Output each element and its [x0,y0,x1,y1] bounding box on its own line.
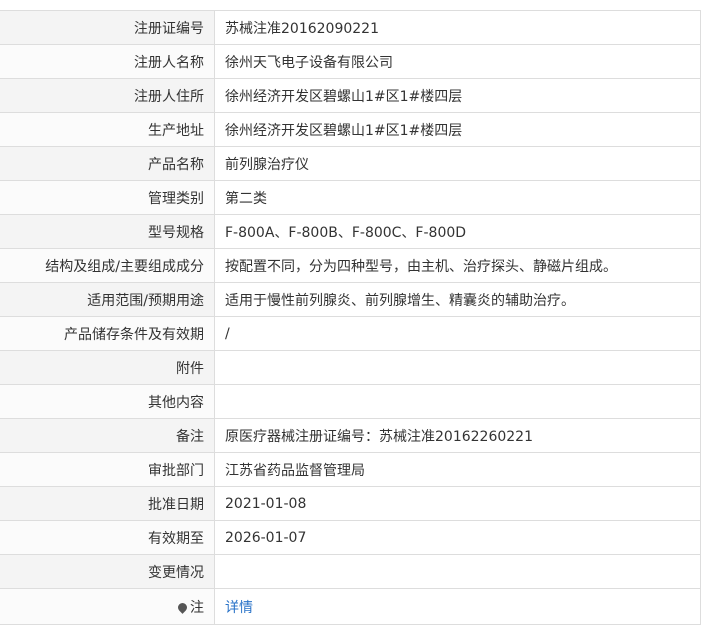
table-row: 变更情况 [0,554,701,589]
row-label: 适用范围/预期用途 [0,282,215,317]
row-value: 徐州经济开发区碧螺山1#区1#楼四层 [214,112,701,147]
row-label: 管理类别 [0,180,215,215]
row-label: 注册人名称 [0,44,215,79]
table-row: 适用范围/预期用途 适用于慢性前列腺炎、前列腺增生、精囊炎的辅助治疗。 [0,282,701,317]
row-label: 产品储存条件及有效期 [0,316,215,351]
row-label: 备注 [0,418,215,453]
table-row: 结构及组成/主要组成成分 按配置不同，分为四种型号，由主机、治疗探头、静磁片组成… [0,248,701,283]
row-value: / [214,316,701,351]
row-value: 按配置不同，分为四种型号，由主机、治疗探头、静磁片组成。 [214,248,701,283]
row-label: 产品名称 [0,146,215,181]
table-row: 型号规格 F-800A、F-800B、F-800C、F-800D [0,214,701,249]
table-row: 审批部门 江苏省药品监督管理局 [0,452,701,487]
note-label-cell: 注 [0,588,215,625]
row-label: 有效期至 [0,520,215,555]
row-value: 2026-01-07 [214,520,701,555]
row-label: 批准日期 [0,486,215,521]
row-label: 变更情况 [0,554,215,589]
table-row: 批准日期 2021-01-08 [0,486,701,521]
table-row: 生产地址 徐州经济开发区碧螺山1#区1#楼四层 [0,112,701,147]
row-label: 生产地址 [0,112,215,147]
row-value: 苏械注准20162090221 [214,10,701,45]
table-row: 管理类别 第二类 [0,180,701,215]
row-label: 审批部门 [0,452,215,487]
pin-icon [176,601,189,614]
row-label: 注册人住所 [0,78,215,113]
table-row: 产品储存条件及有效期 / [0,316,701,351]
details-link[interactable]: 详情 [225,600,253,616]
row-label: 附件 [0,350,215,385]
table-row: 备注 原医疗器械注册证编号：苏械注准20162260221 [0,418,701,453]
row-label: 结构及组成/主要组成成分 [0,248,215,283]
table-row: 附件 [0,350,701,385]
row-value: 徐州天飞电子设备有限公司 [214,44,701,79]
row-value [214,350,701,385]
table-row: 注册人名称 徐州天飞电子设备有限公司 [0,44,701,79]
table-row: 有效期至 2026-01-07 [0,520,701,555]
table-row: 其他内容 [0,384,701,419]
note-row: 注 详情 [0,588,701,625]
row-value: 第二类 [214,180,701,215]
row-value: 前列腺治疗仪 [214,146,701,181]
note-label: 注 [190,599,204,616]
registration-info-table: 注册证编号 苏械注准20162090221 注册人名称 徐州天飞电子设备有限公司… [0,10,701,625]
row-value: 原医疗器械注册证编号：苏械注准20162260221 [214,418,701,453]
row-value: 适用于慢性前列腺炎、前列腺增生、精囊炎的辅助治疗。 [214,282,701,317]
row-label: 注册证编号 [0,10,215,45]
row-value: 江苏省药品监督管理局 [214,452,701,487]
row-value: 2021-01-08 [214,486,701,521]
note-value-cell: 详情 [214,588,701,625]
table-row: 产品名称 前列腺治疗仪 [0,146,701,181]
table-row: 注册人住所 徐州经济开发区碧螺山1#区1#楼四层 [0,78,701,113]
table-row: 注册证编号 苏械注准20162090221 [0,10,701,45]
row-label: 型号规格 [0,214,215,249]
row-label: 其他内容 [0,384,215,419]
row-value [214,384,701,419]
row-value: 徐州经济开发区碧螺山1#区1#楼四层 [214,78,701,113]
row-value: F-800A、F-800B、F-800C、F-800D [214,214,701,249]
row-value [214,554,701,589]
